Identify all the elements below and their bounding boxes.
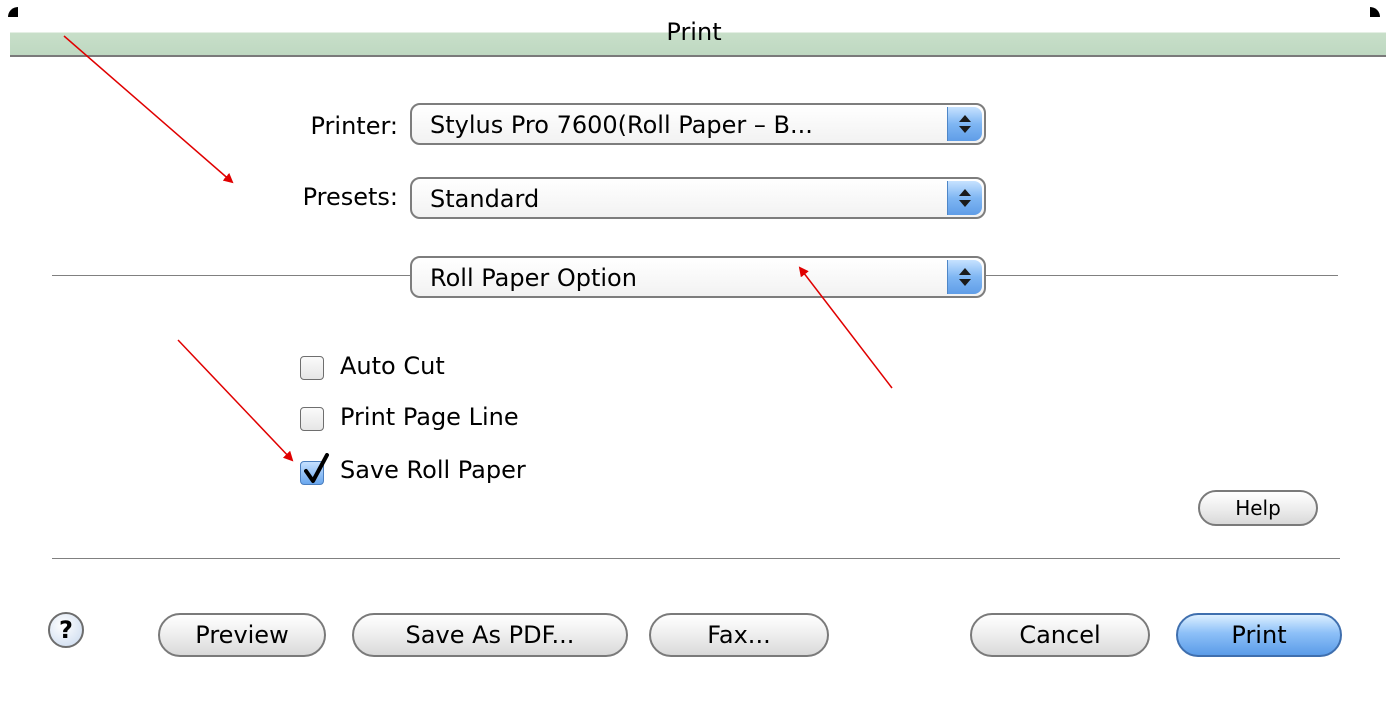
annotation-arrows: [63, 35, 893, 462]
annotation-arrow-presets: [63, 35, 234, 184]
annotation-arrow-panel: [798, 266, 893, 389]
annotation-arrow-checkbox: [177, 339, 294, 462]
